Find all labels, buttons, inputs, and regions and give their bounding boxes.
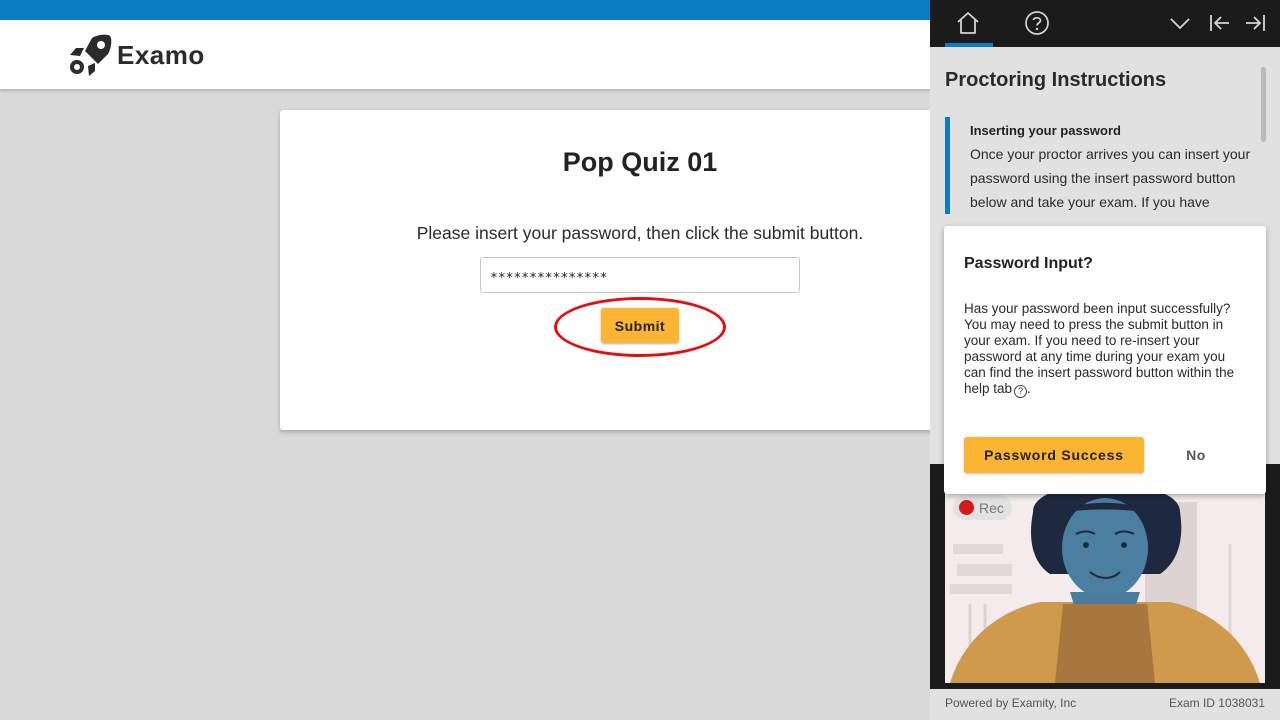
record-dot-icon xyxy=(959,500,974,515)
panel-title: Proctoring Instructions xyxy=(945,69,1167,91)
dialog-body-text: Has your password been input successfull… xyxy=(964,301,1235,396)
password-input[interactable] xyxy=(480,257,800,293)
app-header: Examo xyxy=(0,20,930,89)
rocket-logo-icon xyxy=(70,34,112,76)
top-accent-bar xyxy=(0,0,930,20)
camera-area: Rec xyxy=(930,464,1280,689)
help-inline-icon: ? xyxy=(1014,385,1028,398)
dialog-body-end: . xyxy=(1027,381,1031,396)
exam-id-text: Exam ID 1038031 xyxy=(1168,696,1265,710)
webcam-feed: Rec xyxy=(945,484,1265,683)
quiz-card: Pop Quiz 01 Please insert your password,… xyxy=(280,110,940,430)
submit-button[interactable]: Submit xyxy=(601,308,679,343)
instruction-heading: Inserting your password xyxy=(970,123,1121,138)
brand-name: Examo xyxy=(117,39,205,70)
chevron-down-icon[interactable] xyxy=(1165,8,1195,38)
powered-by-text: Powered by Examity, Inc xyxy=(945,696,1077,710)
panel-scrollbar[interactable] xyxy=(1261,67,1266,142)
help-icon[interactable] xyxy=(1022,8,1052,38)
dock-left-icon[interactable] xyxy=(1205,8,1235,38)
password-input-dialog: Password Input? Has your password been i… xyxy=(944,226,1266,494)
dock-right-icon[interactable] xyxy=(1240,8,1270,38)
quiz-title: Pop Quiz 01 xyxy=(562,147,718,177)
no-button[interactable]: No xyxy=(1166,437,1226,473)
brand: Examo xyxy=(68,34,205,76)
rec-label: Rec xyxy=(979,499,1004,516)
home-icon[interactable] xyxy=(953,8,983,38)
panel-footer: Powered by Examity, Inc Exam ID 1038031 xyxy=(930,689,1280,720)
dialog-title: Password Input? xyxy=(964,255,1093,272)
quiz-instruction: Please insert your password, then click … xyxy=(416,223,864,243)
panel-nav-bar xyxy=(930,0,1280,47)
dialog-body: Has your password been input successfull… xyxy=(964,301,1248,398)
recording-indicator: Rec xyxy=(953,495,1012,520)
password-success-button[interactable]: Password Success xyxy=(964,437,1144,473)
instruction-block: Inserting your password Once your procto… xyxy=(945,117,1253,214)
instruction-body: Once your proctor arrives you can insert… xyxy=(970,146,1251,210)
